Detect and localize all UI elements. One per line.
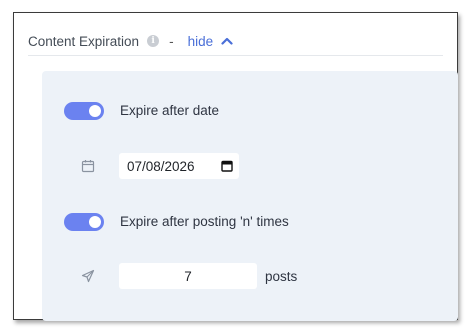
header-divider xyxy=(28,55,443,56)
expire-date-input[interactable]: 07/08/2026 xyxy=(119,153,239,179)
content-expiration-card: Content Expiration i - hide Expire after… xyxy=(13,12,458,321)
expire-posts-toggle[interactable] xyxy=(64,213,104,231)
section-title: Content Expiration xyxy=(28,33,140,49)
posts-unit-label: posts xyxy=(265,269,298,284)
calendar-picker-icon[interactable] xyxy=(221,160,233,172)
expire-date-value: 07/08/2026 xyxy=(127,158,195,174)
post-count-input[interactable]: 7 xyxy=(119,263,257,289)
calendar-icon xyxy=(81,160,95,173)
expire-posts-label: Expire after posting 'n' times xyxy=(120,214,289,229)
expiration-settings-panel: Expire after date 07/08/2026 Expire afte… xyxy=(42,71,458,321)
expire-date-label: Expire after date xyxy=(120,103,220,118)
toggle-knob xyxy=(89,105,101,117)
post-count-value: 7 xyxy=(184,268,192,284)
hide-link[interactable]: hide xyxy=(188,34,214,49)
info-icon[interactable]: i xyxy=(147,35,160,47)
section-header: Content Expiration i - hide xyxy=(28,26,443,56)
send-icon xyxy=(81,269,95,283)
chevron-up-icon[interactable] xyxy=(221,36,233,46)
toggle-knob xyxy=(89,216,101,228)
separator: - xyxy=(169,33,174,49)
expire-date-toggle[interactable] xyxy=(64,102,104,120)
